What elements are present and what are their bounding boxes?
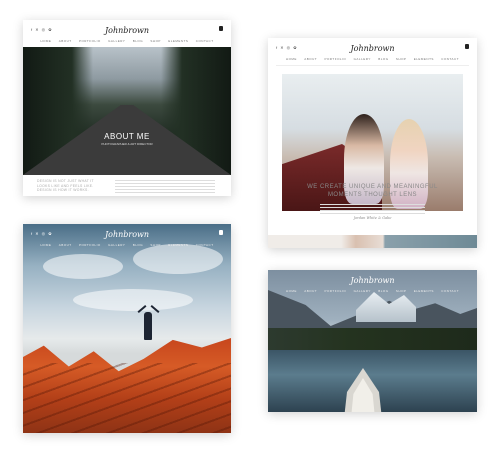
nav-item[interactable]: GALLERY (108, 243, 125, 247)
main-nav: HOME ABOUT PORTFOLIO GALLERY BLOG SHOP E… (23, 39, 231, 43)
nav-divider (276, 65, 469, 66)
nav-item[interactable]: GALLERY (108, 39, 125, 43)
cloud (43, 254, 123, 279)
nav-item[interactable]: BLOG (133, 39, 143, 43)
gallery-strip (268, 235, 477, 248)
nav-item[interactable]: PORTFOLIO (324, 57, 346, 61)
rock-texture (23, 363, 231, 433)
theme-preview-wedding[interactable]: f ✕ ◎ ✿ Johnbrown HOME ABOUT PORTFOLIO G… (268, 38, 477, 248)
nav-item[interactable]: BLOG (378, 289, 388, 293)
nav-item[interactable]: BLOG (378, 57, 388, 61)
main-nav: HOME ABOUT PORTFOLIO GALLERY BLOG SHOP E… (23, 243, 231, 247)
nav-item[interactable]: ABOUT (59, 39, 72, 43)
intro-heading: DESIGN IS NOT JUST WHAT IT LOOKS LIKE AN… (37, 179, 94, 192)
nav-item[interactable]: ELEMENTS (414, 289, 434, 293)
caption-heading: WE CREATE UNIQUE AND MEANINGFUL MOMENTS … (268, 183, 477, 199)
body-text-lines (115, 180, 215, 195)
site-header: f ✕ ◎ ✿ Johnbrown HOME ABOUT PORTFOLIO G… (23, 224, 231, 254)
cart-icon[interactable] (219, 230, 223, 235)
nav-item[interactable]: SHOP (150, 39, 161, 43)
nav-item[interactable]: ELEMENTS (168, 243, 188, 247)
road-forest-photo (23, 47, 231, 175)
nav-item[interactable]: HOME (286, 289, 297, 293)
nav-item[interactable]: CONTACT (196, 243, 214, 247)
nav-item[interactable]: GALLERY (354, 57, 371, 61)
nav-item[interactable]: ELEMENTS (168, 39, 188, 43)
signature: Jordan White & Gabe (353, 216, 392, 220)
nav-item[interactable]: CONTACT (196, 39, 214, 43)
nav-item[interactable]: ABOUT (304, 57, 317, 61)
nav-item[interactable]: ABOUT (59, 243, 72, 247)
nav-item[interactable]: PORTFOLIO (324, 289, 346, 293)
theme-preview-lake[interactable]: Johnbrown HOME ABOUT PORTFOLIO GALLERY B… (268, 270, 477, 412)
nav-item[interactable]: ABOUT (304, 289, 317, 293)
nav-item[interactable]: CONTACT (441, 289, 459, 293)
caption-line-2: MOMENTS THOUGHT LENS (327, 192, 418, 198)
body-text-lines (320, 204, 425, 216)
nav-item[interactable]: PORTFOLIO (79, 243, 101, 247)
main-nav: HOME ABOUT PORTFOLIO GALLERY BLOG SHOP E… (268, 57, 477, 61)
nav-item[interactable]: GALLERY (354, 289, 371, 293)
cloud (73, 289, 193, 311)
site-logo[interactable]: Johnbrown (23, 230, 231, 239)
cart-icon[interactable] (219, 26, 223, 31)
pine-forest (268, 328, 477, 350)
hero-subtitle: PHOTOGRAPHER & ART DIRECTOR (101, 142, 153, 146)
nav-item[interactable]: HOME (286, 57, 297, 61)
cart-icon[interactable] (465, 44, 469, 49)
site-logo[interactable]: Johnbrown (268, 276, 477, 285)
theme-preview-adventure[interactable]: f ✕ ◎ ✿ Johnbrown HOME ABOUT PORTFOLIO G… (23, 224, 231, 433)
nav-item[interactable]: PORTFOLIO (79, 39, 101, 43)
theme-preview-about[interactable]: f ✕ ◎ ✿ Johnbrown HOME ABOUT PORTFOLIO G… (23, 20, 231, 196)
site-header: f ✕ ◎ ✿ Johnbrown HOME ABOUT PORTFOLIO G… (268, 38, 477, 68)
site-header: f ✕ ◎ ✿ Johnbrown HOME ABOUT PORTFOLIO G… (23, 20, 231, 50)
jumping-man (144, 312, 152, 340)
nav-item[interactable]: BLOG (133, 243, 143, 247)
nav-item[interactable]: HOME (40, 243, 51, 247)
hero-title: ABOUT ME (104, 132, 150, 141)
nav-item[interactable]: SHOP (396, 57, 407, 61)
nav-item[interactable]: CONTACT (441, 57, 459, 61)
caption-line-1: WE CREATE UNIQUE AND MEANINGFUL (307, 184, 438, 190)
nav-item[interactable]: ELEMENTS (414, 57, 434, 61)
site-header: Johnbrown HOME ABOUT PORTFOLIO GALLERY B… (268, 270, 477, 300)
site-logo[interactable]: Johnbrown (268, 44, 477, 53)
nav-item[interactable]: SHOP (396, 289, 407, 293)
site-logo[interactable]: Johnbrown (23, 26, 231, 35)
main-nav: HOME ABOUT PORTFOLIO GALLERY BLOG SHOP E… (268, 289, 477, 293)
nav-item[interactable]: HOME (40, 39, 51, 43)
nav-item[interactable]: SHOP (150, 243, 161, 247)
